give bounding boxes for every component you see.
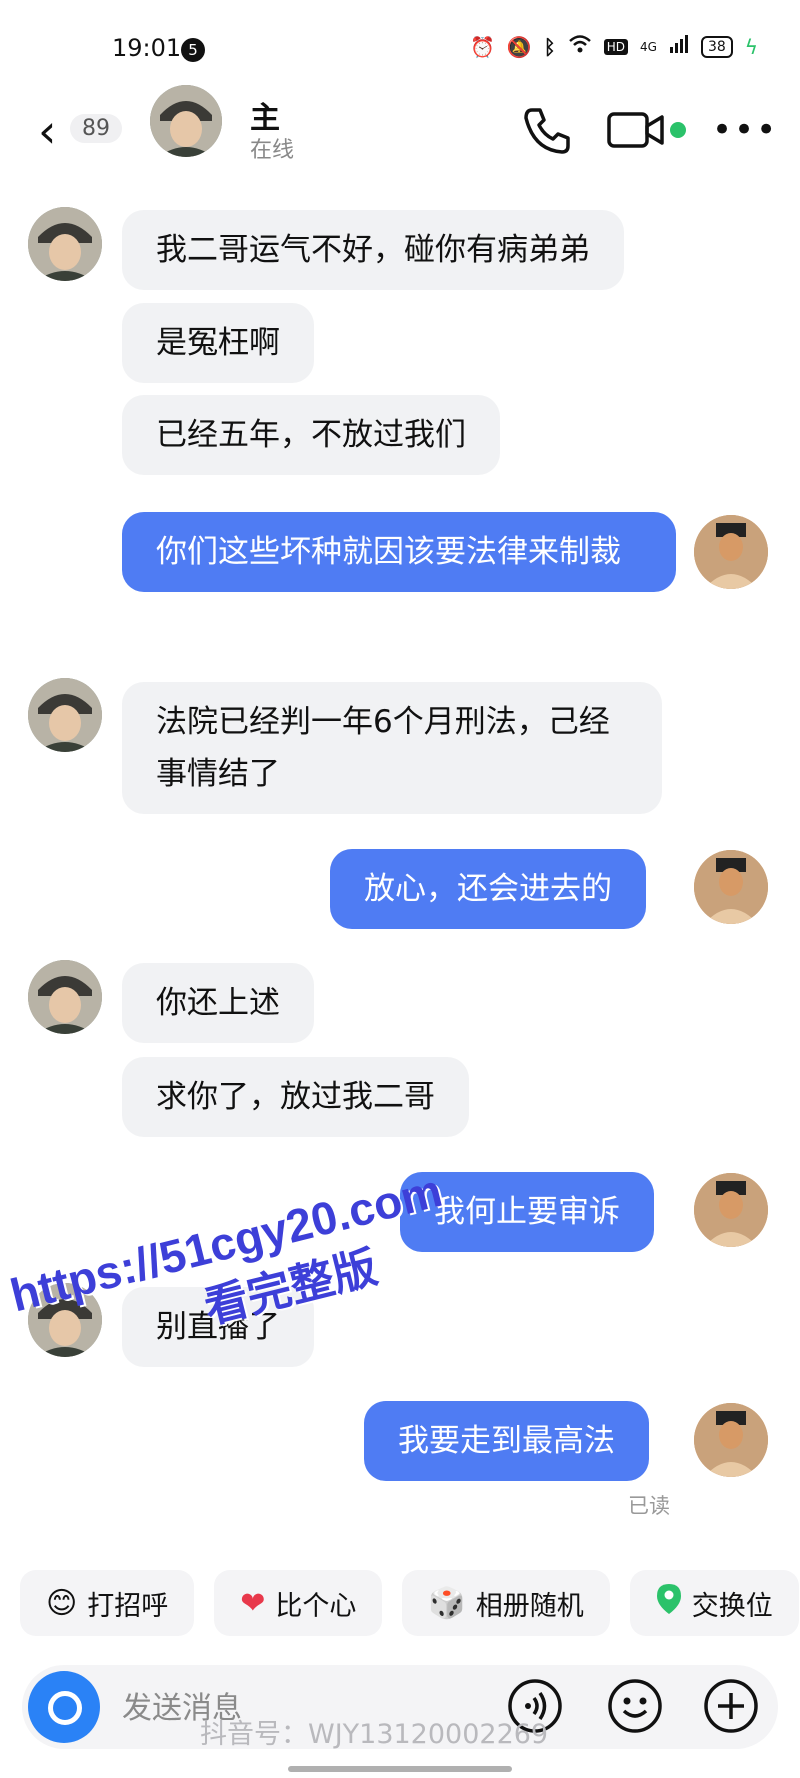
message-bubble-incoming[interactable]: 已经五年，不放过我们: [122, 395, 500, 475]
user-avatar[interactable]: [694, 515, 768, 589]
network-label: 4G: [640, 39, 657, 54]
quick-reply-bar: 😊 打招呼 ❤ 比个心 🎲 相册随机 交换位: [20, 1570, 800, 1640]
back-icon[interactable]: ‹: [38, 104, 56, 158]
bluetooth-icon: ᛒ: [543, 34, 556, 59]
heart-icon: ❤: [240, 1585, 266, 1621]
contact-avatar-small[interactable]: [28, 678, 102, 752]
unread-count-badge[interactable]: 89: [70, 114, 122, 143]
camera-icon: [48, 1691, 82, 1725]
message-bubble-outgoing[interactable]: 我要走到最高法: [364, 1401, 649, 1481]
message-bubble-incoming[interactable]: 法院已经判一年6个月刑法，己经事情结了: [122, 682, 662, 814]
quick-reply-location[interactable]: 交换位: [629, 1570, 799, 1636]
chip-label: 交换位: [691, 1590, 773, 1622]
status-time: 19:01: [112, 34, 182, 62]
charging-icon: ϟ: [744, 34, 758, 59]
status-bar: 19:01 5 ⏰ 🔕 ᛒ HD 4G 38 ϟ: [0, 0, 800, 100]
status-icons: ⏰ 🔕 ᛒ HD 4G 38 ϟ: [470, 34, 758, 59]
contact-status: 在线: [250, 138, 295, 163]
quick-reply-album[interactable]: 🎲 相册随机: [402, 1570, 610, 1636]
video-call-icon[interactable]: [606, 108, 666, 152]
location-pin-icon: [656, 1583, 682, 1623]
read-receipt: 已读: [628, 1494, 670, 1518]
user-avatar[interactable]: [694, 1403, 768, 1477]
add-icon[interactable]: [702, 1677, 760, 1735]
contact-avatar-small[interactable]: [28, 960, 102, 1034]
message-bubble-outgoing[interactable]: 放心，还会进去的: [330, 849, 646, 929]
notification-badge: 5: [181, 38, 205, 62]
camera-button[interactable]: [28, 1671, 100, 1743]
message-bubble-incoming[interactable]: 求你了，放过我二哥: [122, 1057, 469, 1137]
chat-header: ‹ 89 主 在线 •••: [0, 85, 800, 190]
phone-call-icon[interactable]: [520, 104, 574, 158]
message-bubble-outgoing[interactable]: 你们这些坏种就因该要法律来制裁: [122, 512, 676, 592]
hd-icon: HD: [603, 38, 629, 55]
contact-name: 主: [250, 101, 280, 136]
chip-label: 打招呼: [87, 1590, 169, 1622]
message-bubble-incoming[interactable]: 是冤枉啊: [122, 303, 314, 383]
emoji-icon[interactable]: [606, 1677, 664, 1735]
user-avatar[interactable]: [694, 1173, 768, 1247]
chip-label: 相册随机: [475, 1590, 584, 1622]
contact-avatar-small[interactable]: [28, 207, 102, 281]
home-indicator[interactable]: [288, 1766, 512, 1772]
quick-reply-greet[interactable]: 😊 打招呼: [20, 1570, 195, 1636]
user-avatar[interactable]: [694, 850, 768, 924]
mute-icon: 🔕: [506, 34, 532, 59]
message-bubble-incoming[interactable]: 我二哥运气不好，碰你有病弟弟: [122, 210, 624, 290]
chip-label: 比个心: [275, 1590, 357, 1622]
battery-icon: 38: [700, 35, 733, 58]
signal-icon: [669, 34, 689, 59]
dice-icon: 🎲: [428, 1585, 466, 1621]
tiktok-id-watermark: 抖音号：WJY13120002269: [200, 1719, 549, 1750]
alarm-icon: ⏰: [469, 34, 495, 59]
online-indicator: [670, 122, 686, 138]
more-options-icon[interactable]: •••: [712, 110, 778, 150]
wave-emoji-icon: 😊: [46, 1585, 78, 1621]
wifi-icon: [568, 34, 592, 59]
contact-avatar[interactable]: [150, 85, 222, 157]
message-bubble-incoming[interactable]: 你还上述: [122, 963, 314, 1043]
quick-reply-heart[interactable]: ❤ 比个心: [214, 1570, 383, 1636]
